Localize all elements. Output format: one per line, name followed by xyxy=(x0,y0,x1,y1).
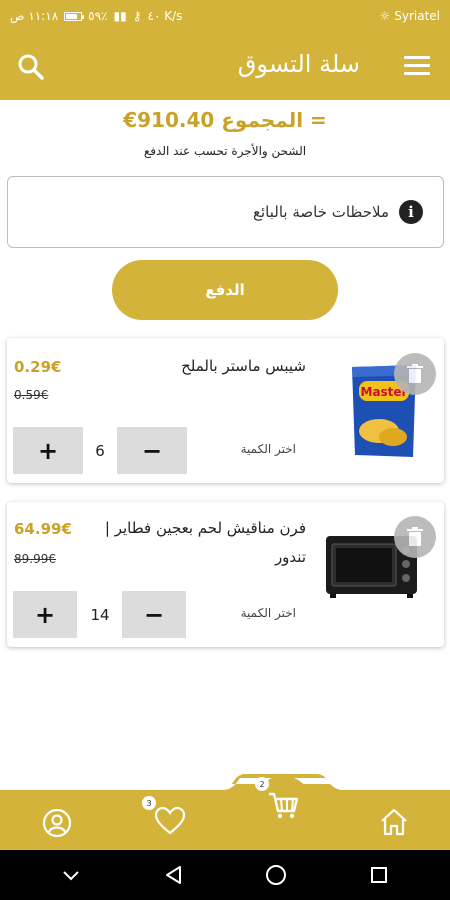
battery-icon xyxy=(64,11,85,21)
network-speed: ٤٠ K/s xyxy=(147,9,183,23)
item-name: فرن مناقيش لحم بعجين فطاير | تندور xyxy=(104,519,306,566)
total-value: €910.40 xyxy=(123,108,215,132)
quantity-label: اختر الكمية xyxy=(240,442,296,456)
quantity-value: 6 xyxy=(95,442,105,460)
recent-apps-icon[interactable] xyxy=(364,860,394,890)
chevron-down-icon[interactable] xyxy=(56,860,86,890)
order-total: €910.40 المجموع = xyxy=(0,108,450,132)
increase-quantity-button[interactable]: + xyxy=(13,591,77,638)
search-icon[interactable] xyxy=(16,52,46,82)
page-title: سلة التسوق xyxy=(237,50,360,78)
increase-quantity-button[interactable]: + xyxy=(13,427,83,474)
status-time: ١١:١٨ ص xyxy=(10,9,59,23)
cart-item: 0.29€ 0.59€ شيبس ماستر بالملح Master اخت… xyxy=(7,338,444,483)
system-nav-bar xyxy=(0,850,450,900)
quantity-label: اختر الكمية xyxy=(240,606,296,620)
item-price: 0.29€ xyxy=(14,358,62,376)
seller-notes-input[interactable] xyxy=(89,203,389,221)
pay-button[interactable]: الدفع xyxy=(112,260,338,320)
decrease-quantity-button[interactable]: − xyxy=(122,591,186,638)
settings-icon: ☼ xyxy=(379,9,391,23)
battery-level: ٥٩٪ xyxy=(88,9,108,23)
item-name: شيبس ماستر بالملح xyxy=(181,357,306,375)
heart-icon[interactable] xyxy=(154,806,186,836)
carrier-name: Syriatel xyxy=(394,9,440,23)
signal-icon: ▮▮ xyxy=(113,9,127,23)
decrease-quantity-button[interactable]: − xyxy=(117,427,187,474)
profile-icon[interactable] xyxy=(42,808,72,838)
seller-notes-field[interactable]: i xyxy=(7,176,444,248)
item-price: 64.99€ xyxy=(14,520,72,538)
home-button-icon[interactable] xyxy=(261,860,291,890)
shipping-note: الشحن والأجرة تحسب عند الدفع xyxy=(143,144,307,158)
quantity-value: 14 xyxy=(90,606,110,624)
home-icon[interactable] xyxy=(378,806,410,838)
cart-count-badge: 2 xyxy=(255,777,269,791)
status-right: ☼ Syriatel xyxy=(379,9,440,23)
item-old-price: 0.59€ xyxy=(14,388,49,402)
cart-item: 64.99€ 89.99€ فرن مناقيش لحم بعجين فطاير… xyxy=(7,502,444,647)
item-old-price: 89.99€ xyxy=(14,552,56,566)
status-left: ١١:١٨ ص ٥٩٪ ▮▮ ⚷ ٤٠ K/s xyxy=(10,9,182,23)
status-bar: ١١:١٨ ص ٥٩٪ ▮▮ ⚷ ٤٠ K/s ☼ Syriatel xyxy=(0,0,450,32)
key-icon: ⚷ xyxy=(132,9,142,23)
app-bar: سلة التسوق xyxy=(0,32,450,100)
favorites-count-badge: 3 xyxy=(142,796,156,810)
total-label: المجموع = xyxy=(221,108,327,132)
info-icon: i xyxy=(399,200,423,224)
delete-item-button[interactable] xyxy=(394,353,436,395)
menu-icon[interactable] xyxy=(404,56,430,76)
delete-item-button[interactable] xyxy=(394,516,436,558)
back-icon[interactable] xyxy=(159,860,189,890)
bottom-nav: 3 2 xyxy=(0,774,450,850)
